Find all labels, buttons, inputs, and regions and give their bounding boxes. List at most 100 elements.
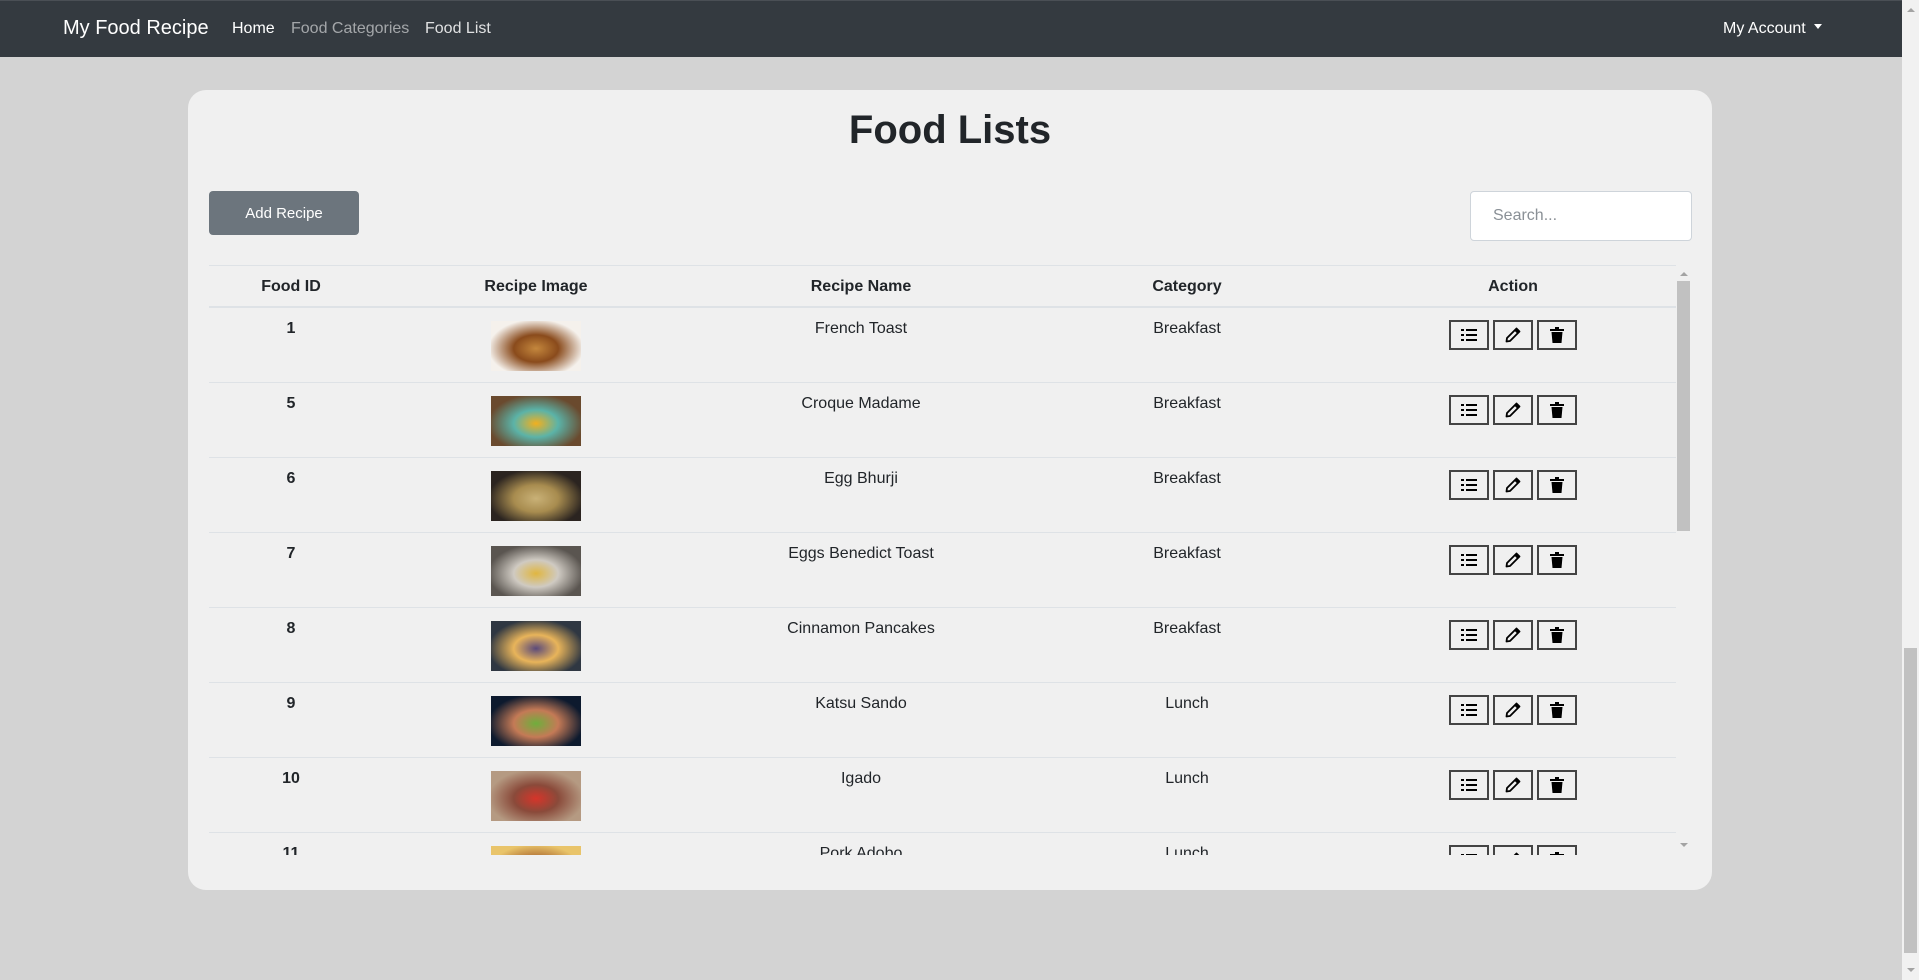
navbar: My Food Recipe Home Food Categories Food…: [0, 0, 1902, 57]
table-row: 10 Igado Lunch: [209, 758, 1676, 833]
view-details-button[interactable]: [1449, 395, 1489, 425]
trash-icon: [1550, 327, 1564, 343]
pencil-icon: [1505, 777, 1521, 793]
list-icon: [1461, 553, 1477, 567]
my-account-label: My Account: [1723, 20, 1806, 37]
food-id-cell: 8: [286, 620, 296, 637]
nav-link-food-list[interactable]: Food List: [425, 20, 491, 38]
delete-button[interactable]: [1537, 845, 1577, 855]
view-details-button[interactable]: [1449, 470, 1489, 500]
table-row: 8 Cinnamon Pancakes Breakfast: [209, 608, 1676, 683]
trash-icon: [1550, 477, 1564, 493]
food-id-cell: 1: [286, 320, 296, 337]
category-cell: Lunch: [1165, 845, 1209, 855]
my-account-dropdown[interactable]: My Account: [1723, 20, 1822, 38]
edit-button[interactable]: [1493, 545, 1533, 575]
page-scrollbar[interactable]: [1902, 0, 1919, 980]
column-header-action: Action: [1488, 278, 1538, 295]
delete-button[interactable]: [1537, 770, 1577, 800]
edit-button[interactable]: [1493, 620, 1533, 650]
action-buttons: [1449, 320, 1577, 350]
delete-button[interactable]: [1537, 320, 1577, 350]
recipe-name-cell: Katsu Sando: [815, 695, 907, 712]
list-icon: [1461, 478, 1477, 492]
category-cell: Lunch: [1165, 770, 1209, 787]
trash-icon: [1550, 702, 1564, 718]
column-header-recipe-image: Recipe Image: [484, 278, 588, 295]
list-icon: [1461, 403, 1477, 417]
view-details-button[interactable]: [1449, 620, 1489, 650]
table-row: 1 French Toast Breakfast: [209, 308, 1676, 383]
food-id-cell: 5: [286, 395, 296, 412]
list-icon: [1461, 628, 1477, 642]
table-row: 11 Pork Adobo Lunch: [209, 833, 1676, 855]
add-recipe-button[interactable]: Add Recipe: [209, 191, 359, 235]
pencil-icon: [1505, 327, 1521, 343]
list-icon: [1461, 853, 1477, 855]
page-scroll-down-icon[interactable]: [1907, 968, 1915, 972]
pencil-icon: [1505, 402, 1521, 418]
recipe-name-cell: French Toast: [814, 320, 908, 337]
igado-photo: [491, 771, 581, 821]
recipe-table: Food ID Recipe Image Recipe Name Categor…: [209, 265, 1691, 855]
action-buttons: [1449, 845, 1577, 855]
brand-logo[interactable]: My Food Recipe: [63, 17, 209, 40]
nav-link-food-categories[interactable]: Food Categories: [291, 20, 409, 38]
recipe-name-cell: Croque Madame: [801, 395, 921, 412]
nav-link-home[interactable]: Home: [232, 20, 275, 38]
scroll-up-arrow-icon[interactable]: [1680, 272, 1688, 276]
edit-button[interactable]: [1493, 395, 1533, 425]
katsu-sando-photo: [491, 696, 581, 746]
pancakes-photo: [491, 621, 581, 671]
table-row: 6 Egg Bhurji Breakfast: [209, 458, 1676, 533]
page-scrollbar-thumb[interactable]: [1904, 648, 1917, 953]
view-details-button[interactable]: [1449, 545, 1489, 575]
trash-icon: [1550, 402, 1564, 418]
recipe-name-cell: Pork Adobo: [819, 845, 903, 855]
view-details-button[interactable]: [1449, 845, 1489, 855]
edit-button[interactable]: [1493, 470, 1533, 500]
view-details-button[interactable]: [1449, 770, 1489, 800]
edit-button[interactable]: [1493, 695, 1533, 725]
food-id-cell: 9: [286, 695, 296, 712]
list-icon: [1461, 778, 1477, 792]
delete-button[interactable]: [1537, 470, 1577, 500]
food-list-card: Food Lists Add Recipe Food ID Recipe Ima…: [188, 90, 1712, 890]
edit-button[interactable]: [1493, 845, 1533, 855]
pencil-icon: [1505, 852, 1521, 855]
page-title: Food Lists: [848, 108, 1052, 152]
scroll-down-arrow-icon[interactable]: [1680, 843, 1688, 847]
view-details-button[interactable]: [1449, 695, 1489, 725]
delete-button[interactable]: [1537, 545, 1577, 575]
pencil-icon: [1505, 627, 1521, 643]
trash-icon: [1550, 852, 1564, 855]
list-icon: [1461, 703, 1477, 717]
table-row: 9 Katsu Sando Lunch: [209, 683, 1676, 758]
table-row: 5 Croque Madame Breakfast: [209, 383, 1676, 458]
trash-icon: [1550, 552, 1564, 568]
croque-madame-photo: [491, 396, 581, 446]
column-header-food-id: Food ID: [261, 278, 321, 295]
table-scrollbar[interactable]: [1676, 265, 1691, 855]
view-details-button[interactable]: [1449, 320, 1489, 350]
column-header-recipe-name: Recipe Name: [810, 278, 912, 295]
action-buttons: [1449, 545, 1577, 575]
delete-button[interactable]: [1537, 395, 1577, 425]
category-cell: Breakfast: [1153, 545, 1221, 562]
edit-button[interactable]: [1493, 320, 1533, 350]
edit-button[interactable]: [1493, 770, 1533, 800]
food-id-cell: 11: [282, 845, 300, 855]
page-scroll-up-icon[interactable]: [1907, 8, 1915, 12]
search-input[interactable]: [1470, 191, 1692, 241]
action-buttons: [1449, 395, 1577, 425]
caret-down-icon: [1813, 24, 1822, 30]
list-icon: [1461, 328, 1477, 342]
action-buttons: [1449, 620, 1577, 650]
delete-button[interactable]: [1537, 620, 1577, 650]
table-scrollbar-thumb[interactable]: [1677, 281, 1690, 531]
delete-button[interactable]: [1537, 695, 1577, 725]
category-cell: Breakfast: [1153, 470, 1221, 487]
category-cell: Breakfast: [1153, 320, 1221, 337]
trash-icon: [1550, 627, 1564, 643]
recipe-name-cell: Cinnamon Pancakes: [787, 620, 935, 637]
